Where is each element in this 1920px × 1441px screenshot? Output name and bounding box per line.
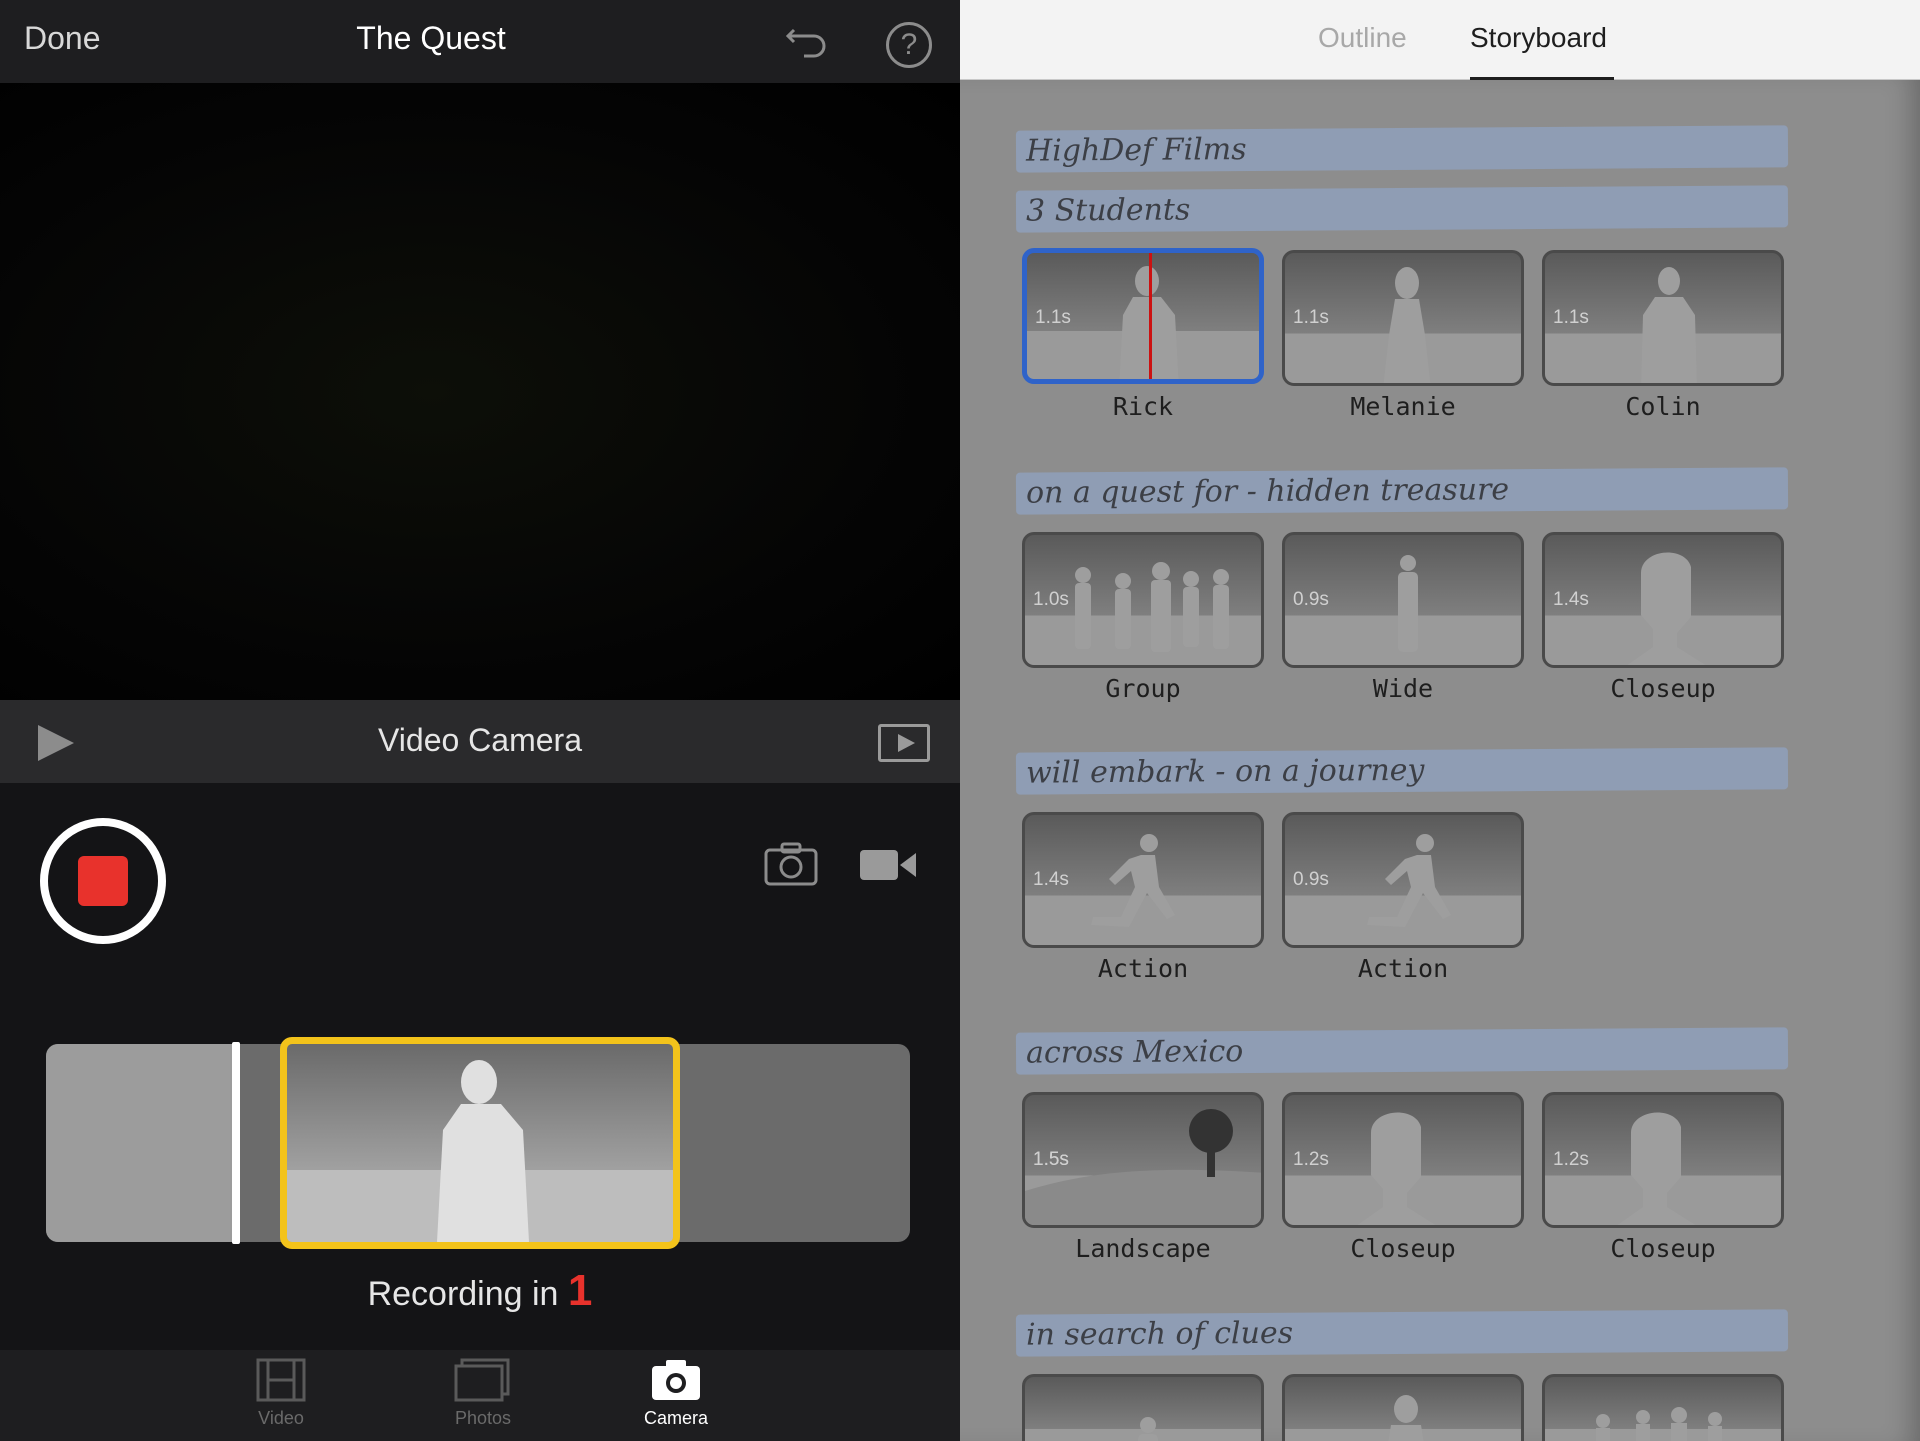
- fullscreen-preview-icon[interactable]: [878, 724, 930, 762]
- shot-duration: 1.4s: [1033, 869, 1069, 890]
- shot-duration: 1.1s: [1293, 307, 1329, 328]
- face-closeup-icon: [1357, 1112, 1436, 1225]
- shot-caption: Rick: [1112, 392, 1174, 421]
- shot-caption: Colin: [1625, 392, 1701, 421]
- shot-duration: 1.4s: [1553, 589, 1589, 610]
- tab-video[interactable]: Video: [226, 1358, 336, 1429]
- person-silhouette-icon: [1138, 1417, 1158, 1441]
- runner-silhouette-icon: [1367, 834, 1451, 927]
- tab-photos[interactable]: Photos: [428, 1358, 538, 1429]
- storyboard-headline[interactable]: 3 Students: [1015, 185, 1789, 233]
- shot-duration: 0.9s: [1293, 869, 1329, 890]
- shot-card-colin[interactable]: 1.1s: [1542, 250, 1784, 386]
- shot-card-wide[interactable]: 0.9s: [1282, 532, 1524, 668]
- shot-card-melanie[interactable]: 1.1s: [1282, 250, 1524, 386]
- video-camera-bar: Video Camera: [0, 700, 960, 783]
- camera-mode-label: Video Camera: [378, 722, 582, 758]
- storyboard-pane: Outline Storyboard HighDef Films 3 Stude…: [960, 0, 1920, 1441]
- countdown-number: 1: [567, 1266, 593, 1315]
- runner-silhouette-icon: [1091, 834, 1175, 927]
- shot-caption: Closeup: [1610, 674, 1716, 703]
- view-switcher: Outline Storyboard: [960, 0, 1920, 80]
- person-silhouette-icon: [437, 1060, 529, 1242]
- shot-caption: Closeup: [1610, 1234, 1716, 1263]
- tab-outline[interactable]: Outline: [1318, 22, 1407, 54]
- video-camera-icon[interactable]: [860, 848, 916, 882]
- project-title: The Quest: [356, 20, 506, 56]
- shot-card-landscape[interactable]: 1.5s 1.5s: [1022, 1092, 1264, 1228]
- shot-duration: 0.9s: [1293, 589, 1329, 610]
- media-tab-bar: Video Photos Camera: [0, 1350, 960, 1441]
- shot-duration: 1.1s: [1553, 307, 1589, 328]
- editor-pane: Done The Quest ? Video Camera Recording …: [0, 0, 960, 1441]
- face-closeup-icon: [1617, 1112, 1696, 1225]
- film-icon: [256, 1358, 306, 1402]
- storyboard-headline[interactable]: across Mexico: [1015, 1027, 1789, 1075]
- shot-duration: 1.0s: [1033, 589, 1069, 610]
- tab-video-label: Video: [258, 1408, 304, 1428]
- tab-photos-label: Photos: [454, 1408, 512, 1428]
- timeline-playhead[interactable]: [232, 1042, 240, 1244]
- storyboard-headline[interactable]: HighDef Films: [1015, 125, 1789, 173]
- recorded-region: [46, 1044, 240, 1242]
- shot-card-partial[interactable]: [1542, 1374, 1784, 1441]
- person-silhouette-icon: [1398, 555, 1418, 652]
- shot-duration: 1.2s: [1553, 1149, 1589, 1170]
- tab-storyboard[interactable]: Storyboard: [1470, 22, 1607, 54]
- shot-card-partial[interactable]: [1282, 1374, 1524, 1441]
- woman-silhouette-icon: [1383, 267, 1431, 383]
- shot-caption: Landscape: [1075, 1234, 1211, 1263]
- current-shot-clip[interactable]: [280, 1037, 680, 1249]
- shot-card-action[interactable]: 0.9s: [1282, 812, 1524, 948]
- shot-caption: Melanie: [1350, 392, 1456, 421]
- shot-card-closeup[interactable]: 1.4s: [1542, 532, 1784, 668]
- storyboard-headline[interactable]: in search of clues: [1015, 1309, 1789, 1357]
- face-closeup-icon: [1627, 552, 1706, 665]
- tab-camera-label: Camera: [643, 1408, 709, 1428]
- storyboard-headline[interactable]: on a quest for - hidden treasure: [1015, 467, 1789, 515]
- stop-icon: [78, 856, 128, 906]
- shot-duration: 1.1s: [1035, 307, 1071, 328]
- shot-card-closeup[interactable]: 1.2s: [1542, 1092, 1784, 1228]
- shot-caption: Action: [1097, 954, 1189, 983]
- shot-caption: Closeup: [1350, 1234, 1456, 1263]
- shot-card-closeup[interactable]: 1.2s: [1282, 1092, 1524, 1228]
- help-icon[interactable]: ?: [886, 22, 932, 68]
- photo-camera-icon[interactable]: [764, 842, 818, 886]
- camera-icon: [652, 1360, 700, 1400]
- photos-icon: [454, 1358, 510, 1402]
- group-silhouette-icon: [1075, 562, 1229, 652]
- shot-caption: Group: [1105, 674, 1181, 703]
- shot-card-group[interactable]: 1.0s: [1022, 532, 1264, 668]
- recording-prefix: Recording in: [367, 1275, 568, 1313]
- record-button[interactable]: [40, 818, 166, 944]
- person-silhouette-icon: [1641, 267, 1697, 383]
- person-silhouette-icon: [1388, 1395, 1424, 1441]
- camera-viewfinder: [0, 83, 960, 700]
- shot-card-action[interactable]: 1.4s: [1022, 812, 1264, 948]
- shot-card-partial[interactable]: [1022, 1374, 1264, 1441]
- shot-caption: Wide: [1372, 674, 1434, 703]
- shot-caption: Action: [1357, 954, 1449, 983]
- storyboard-headline[interactable]: will embark - on a journey: [1015, 747, 1789, 795]
- storyboard-canvas: HighDef Films 3 Students 1.1s Rick 1.1s …: [960, 80, 1920, 1441]
- group-silhouette-icon: [1596, 1407, 1722, 1441]
- shot-duration: 1.2s: [1293, 1149, 1329, 1170]
- playhead-marker: [1149, 253, 1152, 379]
- tab-camera[interactable]: Camera: [621, 1358, 731, 1429]
- recording-countdown: Recording in 1: [0, 1266, 960, 1316]
- undo-icon[interactable]: [784, 20, 830, 64]
- shot-duration: 1.5s: [1033, 1149, 1069, 1170]
- shot-card-rick[interactable]: 1.1s: [1022, 248, 1264, 384]
- editor-top-bar: Done The Quest ?: [0, 0, 960, 83]
